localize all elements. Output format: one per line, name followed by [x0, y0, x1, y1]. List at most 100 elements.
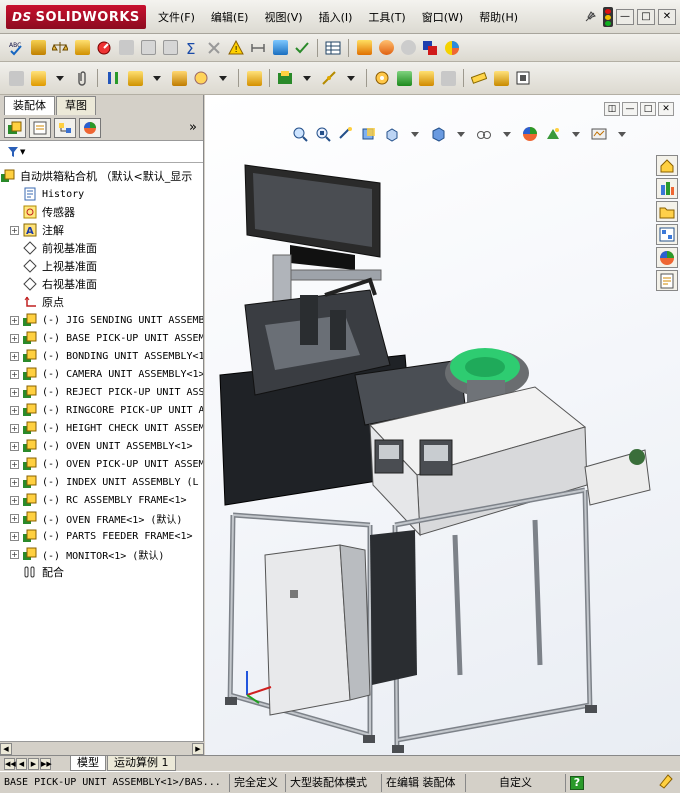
assembly-features-icon[interactable] — [275, 68, 295, 88]
expand-icon[interactable]: + — [10, 387, 19, 397]
menu-view[interactable]: 视图(V) — [256, 9, 310, 27]
tree-component-item[interactable]: + (-) JIG SENDING UNIT ASSEMBLY — [0, 311, 203, 329]
pin-icon[interactable] — [580, 7, 600, 27]
tree-component-item[interactable]: + (-) HEIGHT CHECK UNIT ASSEMBLY — [0, 419, 203, 437]
appearance-icon[interactable] — [420, 38, 440, 58]
tree-component-item[interactable]: + (-) CAMERA UNIT ASSEMBLY<1> — [0, 365, 203, 383]
dropdown-arrow-icon[interactable] — [213, 68, 233, 88]
expand-icon[interactable]: + — [10, 549, 19, 559]
tree-item-mates[interactable]: 配合 — [0, 563, 203, 581]
dropdown-arrow-icon[interactable] — [50, 68, 70, 88]
interference-detection-icon[interactable] — [438, 68, 458, 88]
expand-icon[interactable]: + — [10, 495, 19, 505]
display-manager-icon[interactable] — [79, 117, 101, 138]
prev-tab-icon[interactable]: ◀ — [16, 757, 27, 770]
first-tab-icon[interactable]: ◀◀ — [4, 757, 16, 770]
feature-manager-icon[interactable] — [4, 117, 26, 138]
tree-component-item[interactable]: + (-) BASE PICK-UP UNIT ASSEMBLY — [0, 329, 203, 347]
distance-icon[interactable] — [248, 38, 268, 58]
tree-item-origin[interactable]: 原点 — [0, 293, 203, 311]
expand-icon[interactable]: + — [10, 459, 19, 469]
expand-icon[interactable]: + — [10, 441, 19, 451]
more-panels-button[interactable]: » — [189, 120, 197, 135]
last-tab-icon[interactable]: ▶▶ — [40, 757, 52, 770]
check-icon[interactable] — [292, 38, 312, 58]
next-tab-icon[interactable]: ▶ — [28, 757, 39, 770]
expand-icon[interactable]: + — [10, 351, 19, 361]
menu-window[interactable]: 窗口(W) — [414, 9, 471, 27]
exploded-view-icon[interactable] — [394, 68, 414, 88]
menu-file[interactable]: 文件(F) — [150, 9, 203, 27]
tree-item-top-plane[interactable]: 上视基准面 — [0, 257, 203, 275]
status-help-button[interactable]: ? — [566, 774, 596, 792]
menu-insert[interactable]: 插入(I) — [311, 9, 361, 27]
custom-properties-icon[interactable] — [656, 270, 678, 291]
component-icon[interactable] — [6, 68, 26, 88]
design-library-icon[interactable] — [491, 68, 511, 88]
warning-icon[interactable]: ! — [226, 38, 246, 58]
file-explorer-tab-icon[interactable] — [656, 201, 678, 222]
mate-icon[interactable] — [103, 68, 123, 88]
solidworks-resources-icon[interactable] — [656, 155, 678, 176]
show-hidden-icon[interactable] — [244, 68, 264, 88]
expand-icon[interactable]: + — [10, 423, 19, 433]
table-icon[interactable] — [323, 38, 343, 58]
expand-icon[interactable]: + — [10, 333, 19, 343]
restore-button[interactable]: □ — [637, 9, 655, 25]
configuration-manager-icon[interactable] — [54, 117, 76, 138]
assembly-model[interactable] — [205, 95, 680, 755]
accept-icon[interactable] — [398, 38, 418, 58]
tree-item-front-plane[interactable]: 前视基准面 — [0, 239, 203, 257]
tree-item-sensors[interactable]: 传感器 — [0, 203, 203, 221]
ruler-icon[interactable] — [469, 68, 489, 88]
menu-help[interactable]: 帮助(H) — [471, 9, 526, 27]
expand-icon[interactable]: + — [10, 315, 19, 325]
dropdown-arrow-icon[interactable] — [147, 68, 167, 88]
minimize-button[interactable]: — — [616, 9, 634, 25]
expand-icon[interactable]: + — [10, 477, 19, 487]
new-part-icon[interactable] — [28, 68, 48, 88]
linear-pattern-icon[interactable] — [125, 68, 145, 88]
property-manager-icon[interactable] — [29, 117, 51, 138]
tree-component-item[interactable]: + (-) MONITOR<1> (默认) — [0, 545, 203, 563]
panel-horizontal-scrollbar[interactable]: ◀ ▶ — [0, 741, 204, 755]
tree-component-item[interactable]: + (-) OVEN UNIT ASSEMBLY<1> — [0, 437, 203, 455]
tree-component-item[interactable]: + (-) INDEX UNIT ASSEMBLY (L — [0, 473, 203, 491]
expand-icon[interactable]: + — [10, 513, 19, 523]
tree-root-assembly[interactable]: 自动烘箱粘合机 （默认<默认_显示 — [0, 167, 203, 185]
expand-icon[interactable]: + — [10, 369, 19, 379]
reference-geometry-icon[interactable] — [319, 68, 339, 88]
scroll-right-icon[interactable]: ▶ — [192, 742, 204, 755]
tree-component-item[interactable]: + (-) RINGCORE PICK-UP UNIT A — [0, 401, 203, 419]
menu-edit[interactable]: 编辑(E) — [203, 9, 257, 27]
align-icon[interactable] — [28, 38, 48, 58]
design-library-tab-icon[interactable] — [656, 178, 678, 199]
interference-icon[interactable] — [204, 38, 224, 58]
tree-filter[interactable]: ▼ — [0, 141, 203, 163]
balance-icon[interactable] — [50, 38, 70, 58]
check-box-2-icon[interactable] — [160, 38, 180, 58]
tree-item-annotations[interactable]: + A 注解 — [0, 221, 203, 239]
dropdown-arrow-icon[interactable] — [297, 68, 317, 88]
tree-component-item[interactable]: + (-) RC ASSEMBLY FRAME<1> — [0, 491, 203, 509]
rebuild-icon[interactable] — [354, 38, 374, 58]
smart-fasteners-icon[interactable] — [169, 68, 189, 88]
mass-properties-icon[interactable] — [270, 38, 290, 58]
color-wheel-icon[interactable] — [442, 38, 462, 58]
tree-component-item[interactable]: + (-) OVEN PICK-UP UNIT ASSEMBLY — [0, 455, 203, 473]
solidworks-logo[interactable]: DS SOLIDWORKS — [6, 5, 146, 29]
status-units[interactable]: 自定义 — [466, 773, 566, 792]
sum-icon[interactable]: Σ — [182, 38, 202, 58]
paperclip-icon[interactable] — [72, 68, 92, 88]
file-explorer-icon[interactable] — [513, 68, 533, 88]
tab-sketch[interactable]: 草图 — [56, 96, 96, 115]
expand-icon[interactable]: + — [10, 225, 19, 235]
dropdown-arrow-icon[interactable] — [341, 68, 361, 88]
lock-icon[interactable] — [116, 38, 136, 58]
tab-model[interactable]: 模型 — [70, 756, 106, 771]
tree-component-item[interactable]: + (-) PARTS FEEDER FRAME<1> — [0, 527, 203, 545]
rebuild-status-icon[interactable] — [658, 773, 674, 792]
tree-item-right-plane[interactable]: 右视基准面 — [0, 275, 203, 293]
close-button[interactable]: ✕ — [658, 9, 676, 25]
appearances-scenes-icon[interactable] — [656, 247, 678, 268]
